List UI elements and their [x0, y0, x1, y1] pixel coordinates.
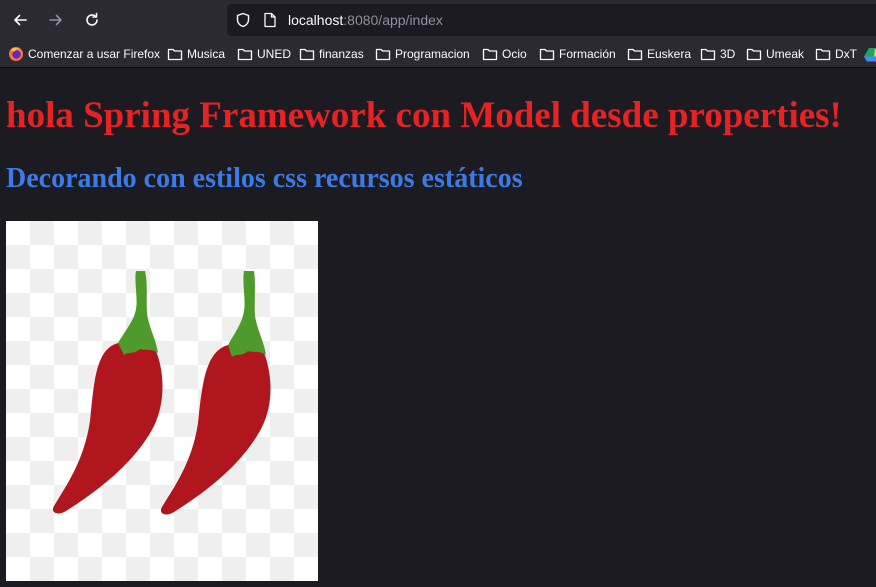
folder-icon — [627, 48, 643, 60]
folder-icon — [700, 48, 716, 60]
tracking-protection-shield-icon[interactable] — [235, 12, 251, 28]
bookmark-label: Formación — [559, 46, 616, 61]
chili-pepper-left — [52, 271, 163, 514]
firefox-icon — [9, 46, 23, 61]
bookmark-label: UNED — [257, 46, 292, 61]
url-bar[interactable]: localhost:8080/app/index — [227, 4, 876, 36]
url-path: :8080/app/index — [343, 12, 443, 28]
bookmark-folder-dxt[interactable]: DxT — [815, 44, 857, 63]
bookmark-label: Musica — [187, 46, 226, 61]
google-drive-icon — [864, 47, 876, 61]
bookmark-drive-overflow[interactable] — [864, 44, 876, 63]
folder-icon — [167, 48, 183, 60]
bookmarks-toolbar: Comenzar a usar Firefox Musica UNED fina… — [0, 40, 876, 68]
bookmark-label: Ocio — [502, 46, 527, 61]
bookmark-label: Programacion — [395, 46, 470, 61]
forward-button[interactable] — [42, 6, 70, 34]
bookmark-folder-uned[interactable]: UNED — [237, 44, 291, 63]
bookmark-folder-ocio[interactable]: Ocio — [482, 44, 527, 63]
folder-icon — [237, 48, 253, 60]
folder-icon — [539, 48, 555, 60]
url-text[interactable]: localhost:8080/app/index — [288, 11, 443, 29]
bookmark-label: DxT — [835, 46, 857, 61]
bookmark-folder-umeak[interactable]: Umeak — [746, 44, 804, 63]
bookmark-label: Euskera — [647, 46, 692, 61]
chili-peppers-illustration — [52, 271, 271, 515]
folder-icon — [375, 48, 391, 60]
page-subtitle: Decorando con estilos css recursos estát… — [6, 163, 523, 194]
page-title: hola Spring Framework con Model desde pr… — [6, 95, 842, 136]
bookmark-label: finanzas — [319, 46, 364, 61]
page-content: hola Spring Framework con Model desde pr… — [0, 68, 876, 587]
folder-icon — [815, 48, 831, 60]
bookmark-folder-musica[interactable]: Musica — [167, 44, 225, 63]
chili-pepper-right — [160, 271, 271, 515]
bookmark-folder-programacion[interactable]: Programacion — [375, 44, 470, 63]
chili-peppers-image — [6, 221, 318, 581]
folder-icon — [299, 48, 315, 60]
bookmark-folder-formacion[interactable]: Formación — [539, 44, 616, 63]
folder-icon — [482, 48, 498, 60]
reload-icon — [86, 12, 98, 26]
bookmark-label: Comenzar a usar Firefox — [28, 46, 161, 61]
bookmark-label: 3D — [720, 46, 736, 61]
forward-arrow-icon — [49, 14, 62, 26]
bookmark-folder-3d[interactable]: 3D — [700, 44, 735, 63]
bookmark-comenzar[interactable]: Comenzar a usar Firefox — [8, 44, 160, 63]
bookmark-folder-euskera[interactable]: Euskera — [627, 44, 691, 63]
url-host: localhost — [288, 12, 344, 28]
bookmark-folder-finanzas[interactable]: finanzas — [299, 44, 364, 63]
folder-icon — [746, 48, 762, 60]
bookmark-label: Umeak — [766, 46, 805, 61]
back-arrow-icon — [14, 14, 27, 26]
reload-button[interactable] — [78, 6, 106, 34]
page-info-icon[interactable] — [263, 12, 277, 28]
browser-toolbar: localhost:8080/app/index — [0, 0, 876, 40]
back-button[interactable] — [6, 6, 34, 34]
